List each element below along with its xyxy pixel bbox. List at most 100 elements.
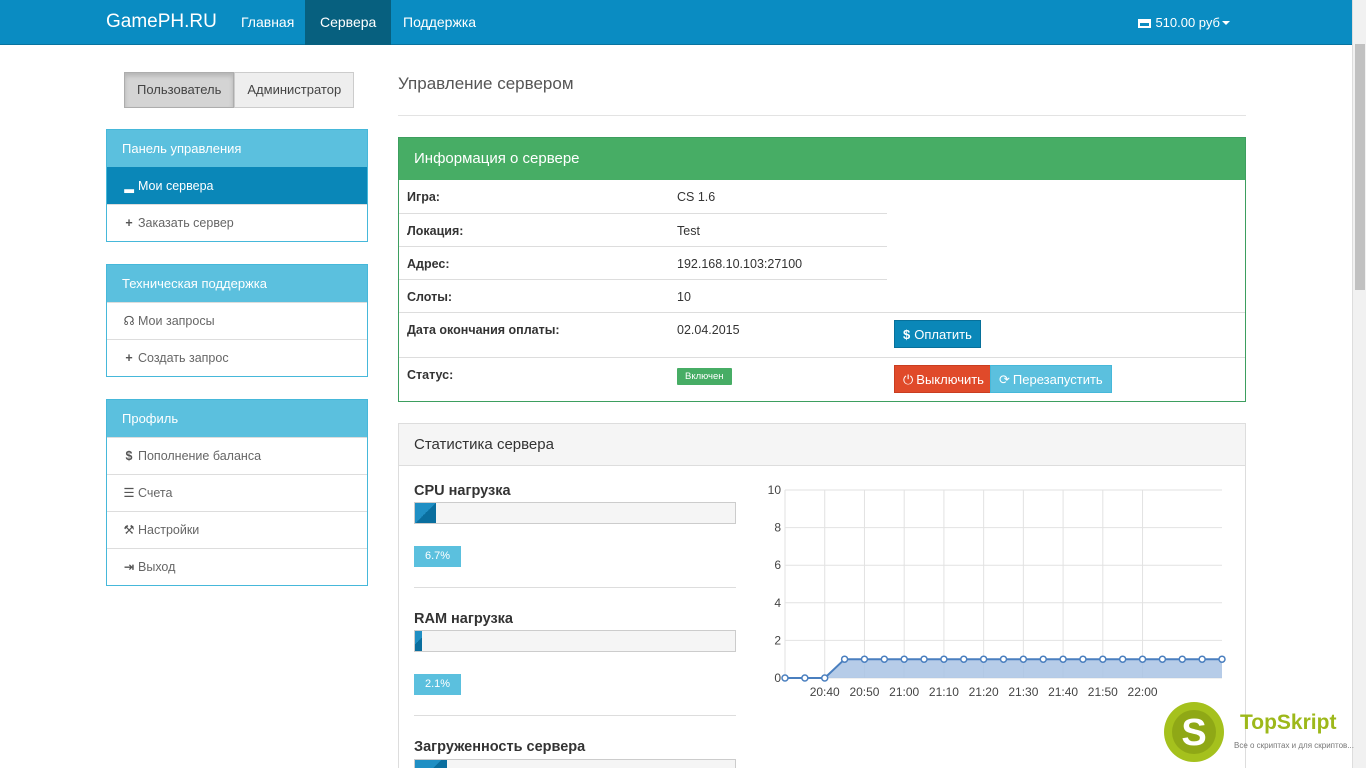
sidebar-item-label: Счета bbox=[138, 486, 173, 500]
info-row-location: Локация: Test bbox=[399, 213, 887, 246]
cpu-progress-bar bbox=[414, 502, 736, 524]
chart-x-tick-label: 20:40 bbox=[810, 685, 840, 699]
chart-x-tick-label: 20:50 bbox=[849, 685, 879, 699]
chart-point bbox=[979, 655, 988, 663]
pay-button[interactable]: $ Оплатить bbox=[894, 320, 981, 348]
cpu-value-badge: 6.7% bbox=[414, 546, 461, 567]
status-badge: Включен bbox=[677, 368, 732, 385]
page-scrollbar[interactable] bbox=[1352, 0, 1366, 768]
sidebar-item-invoices[interactable]: ☰ Счета bbox=[107, 474, 367, 511]
info-value: CS 1.6 bbox=[677, 190, 716, 204]
server-info-title: Информация о сервере bbox=[399, 138, 1245, 180]
dollar-icon: $ bbox=[903, 327, 911, 342]
sidebar-item-my-requests[interactable]: ☊ Мои запросы bbox=[107, 302, 367, 339]
info-label: Дата окончания оплаты: bbox=[407, 323, 560, 337]
chart-y-tick-label: 10 bbox=[768, 483, 782, 497]
server-load-chart: 0 2 4 6 8 10 20:40 20:50 21:00 21:10 21:20 21:30 21:… bbox=[768, 483, 1226, 699]
info-label: Адрес: bbox=[407, 257, 450, 271]
info-row-game: Игра: CS 1.6 bbox=[399, 180, 887, 213]
sidebar-item-settings[interactable]: ⚒ Настройки bbox=[107, 511, 367, 548]
server-info-panel: Информация о сервере Игра: CS 1.6 Локаци… bbox=[398, 137, 1246, 402]
info-label: Слоты: bbox=[407, 290, 453, 304]
sidebar-item-label: Мои запросы bbox=[138, 314, 215, 328]
sidebar-profile-title: Профиль bbox=[107, 400, 367, 437]
server-stats-panel: Статистика сервера CPU нагрузка 6.7% RAM… bbox=[398, 423, 1246, 768]
sidebar-item-order-server[interactable]: + Заказать сервер bbox=[107, 204, 367, 241]
scrollbar-thumb[interactable] bbox=[1355, 44, 1365, 290]
nav-link-home[interactable]: Главная bbox=[226, 0, 309, 45]
sidebar-item-label: Настройки bbox=[138, 523, 200, 537]
watermark-logo-letter: S bbox=[1181, 712, 1206, 754]
chart-x-tick-label: 21:30 bbox=[1008, 685, 1038, 699]
info-row-address: Адрес: 192.168.10.103:27100 bbox=[399, 246, 887, 279]
divider bbox=[414, 715, 736, 716]
sidebar-item-label: Создать запрос bbox=[138, 351, 229, 365]
cpu-progress-fill bbox=[415, 503, 437, 523]
sidebar-item-top-up[interactable]: $ Пополнение баланса bbox=[107, 437, 367, 474]
nav-link-servers[interactable]: Сервера bbox=[305, 0, 392, 45]
info-label: Игра: bbox=[407, 190, 440, 204]
sidebar-item-logout[interactable]: ⇥ Выход bbox=[107, 548, 367, 585]
chart-point bbox=[1039, 655, 1047, 663]
topskript-watermark: S TopSkript Все о скриптах и для скрипто… bbox=[1164, 702, 1354, 762]
ram-value-badge: 2.1% bbox=[414, 674, 461, 695]
ram-progress-bar bbox=[414, 630, 736, 652]
chart-x-tick-label: 21:00 bbox=[889, 685, 919, 699]
chart-point bbox=[999, 655, 1008, 663]
info-label: Локация: bbox=[407, 224, 464, 238]
restart-button-label: Перезапустить bbox=[1012, 372, 1103, 387]
chart-point bbox=[1059, 655, 1067, 663]
chart-point bbox=[1118, 655, 1127, 663]
power-icon: ⏻ bbox=[903, 372, 914, 387]
info-label: Статус: bbox=[407, 368, 454, 382]
chart-x-tick-label: 22:00 bbox=[1128, 685, 1158, 699]
brand-logo[interactable]: GamePH.RU bbox=[106, 11, 217, 33]
chart-x-tick-label: 21:20 bbox=[969, 685, 999, 699]
top-navbar: GamePH.RU Главная Сервера Поддержка 510.… bbox=[0, 0, 1352, 45]
load-progress-fill bbox=[415, 760, 447, 768]
sidebar-item-my-servers[interactable]: ▂ Мои сервера bbox=[107, 167, 367, 204]
restart-button[interactable]: ⟳ Перезапустить bbox=[990, 365, 1112, 393]
balance-dropdown[interactable]: 510.00 руб bbox=[1138, 0, 1230, 45]
sidebar-item-create-request[interactable]: + Создать запрос bbox=[107, 339, 367, 376]
chart-point bbox=[1099, 655, 1107, 663]
chart-point bbox=[920, 655, 928, 663]
info-value: 10 bbox=[677, 290, 691, 304]
plus-icon: + bbox=[125, 351, 133, 365]
info-row-paid-until: Дата окончания оплаты: 02.04.2015 $ Оплат… bbox=[399, 312, 1245, 357]
chart-point bbox=[1198, 655, 1206, 663]
chart-y-tick-label: 2 bbox=[774, 633, 781, 647]
logout-icon: ⇥ bbox=[123, 560, 135, 574]
headphones-icon: ☊ bbox=[123, 314, 135, 328]
chart-point bbox=[940, 655, 948, 663]
info-row-slots: Слоты: 10 bbox=[399, 279, 887, 312]
credit-card-icon bbox=[1138, 19, 1152, 28]
chart-y-tick-label: 8 bbox=[774, 521, 781, 535]
role-admin-button[interactable]: Администратор bbox=[234, 72, 355, 108]
refresh-icon: ⟳ bbox=[999, 372, 1010, 387]
plus-icon: + bbox=[125, 216, 133, 230]
nav-link-support[interactable]: Поддержка bbox=[388, 0, 491, 45]
chart-point bbox=[1079, 655, 1087, 663]
role-user-button[interactable]: Пользователь bbox=[124, 72, 235, 108]
chart-point bbox=[1138, 655, 1147, 663]
chart-point bbox=[801, 674, 809, 682]
chart-point bbox=[1178, 655, 1187, 663]
chart-x-tick-label: 21:40 bbox=[1048, 685, 1078, 699]
info-row-status: Статус: Включен ⏻ Выключить ⟳ Перезапустит… bbox=[399, 357, 1245, 402]
ram-progress-fill bbox=[415, 631, 422, 651]
wrench-icon: ⚒ bbox=[123, 523, 135, 537]
chart-point bbox=[820, 674, 829, 682]
hdd-icon: ▂ bbox=[124, 179, 134, 193]
stop-button[interactable]: ⏻ Выключить bbox=[894, 365, 993, 393]
sidebar-item-label: Заказать сервер bbox=[138, 216, 234, 230]
info-value: Test bbox=[677, 224, 700, 238]
cpu-title: CPU нагрузка bbox=[414, 483, 511, 499]
chart-y-tick-label: 0 bbox=[774, 671, 781, 685]
chart-point bbox=[860, 655, 869, 663]
sidebar-item-label: Пополнение баланса bbox=[138, 449, 262, 463]
divider bbox=[414, 587, 736, 588]
stop-button-label: Выключить bbox=[916, 372, 984, 387]
load-progress-bar bbox=[414, 759, 736, 768]
sidebar-control-panel: Панель управления ▂ Мои сервера + Заказать… bbox=[106, 129, 368, 242]
